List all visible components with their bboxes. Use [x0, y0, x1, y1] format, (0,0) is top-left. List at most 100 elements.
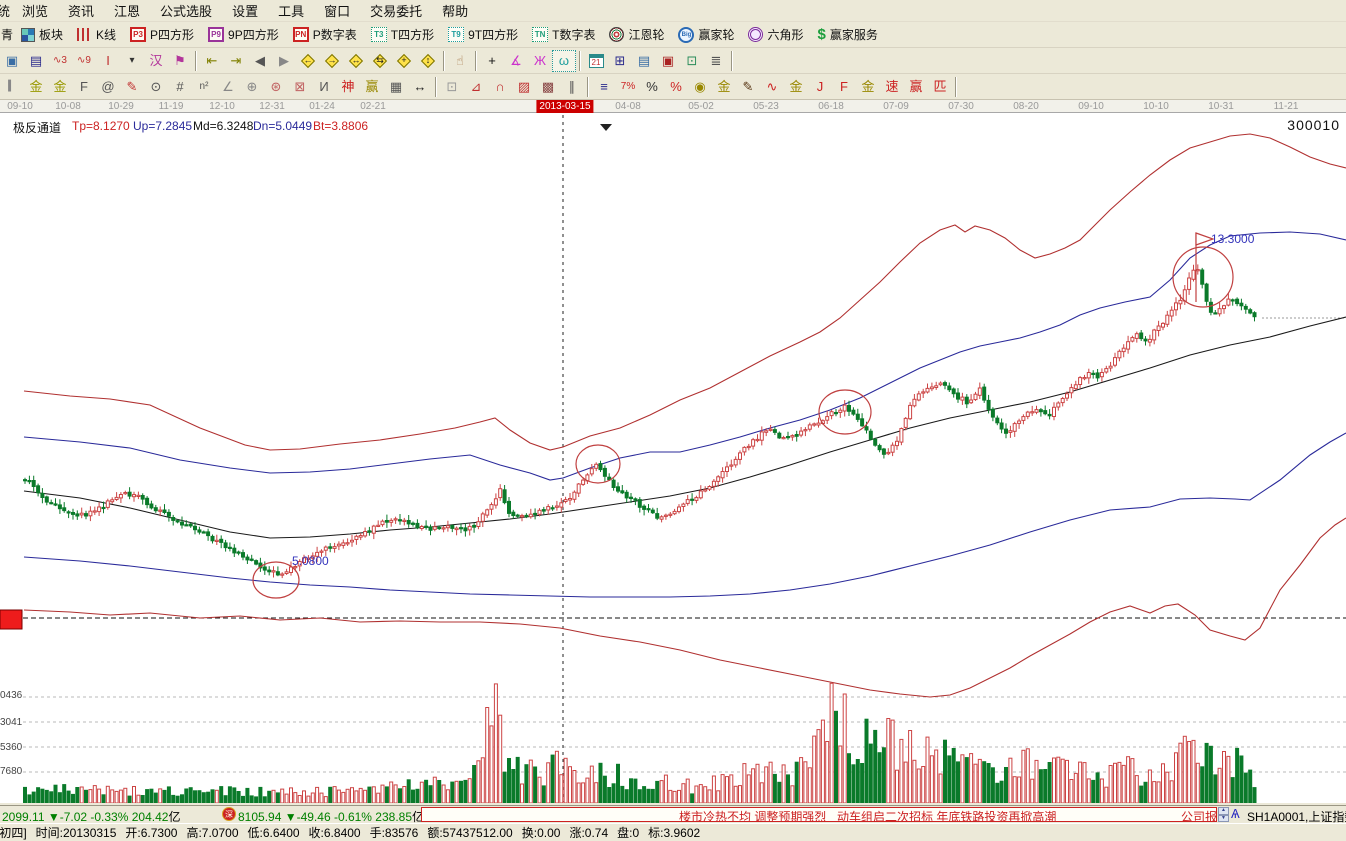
news-headline[interactable]: 动车组启二次招标 年底铁路投资再掀高潮: [837, 808, 1056, 822]
news-headline[interactable]: 公司报道: [1181, 808, 1217, 822]
ying-tool-button[interactable]: 赢: [360, 76, 384, 98]
golden-angle-tool-button[interactable]: 金: [856, 76, 880, 98]
percent-line-tool-button[interactable]: %: [664, 76, 688, 98]
menu-item-7[interactable]: 工具: [268, 0, 314, 23]
menu-item-5[interactable]: 公式选股: [150, 0, 222, 23]
feature-hexagon[interactable]: 六角形: [741, 24, 810, 45]
arc-fan-tool-button[interactable]: ∩: [488, 76, 512, 98]
ying-angle-tool-button[interactable]: 赢: [904, 76, 928, 98]
j-angle-tool-button[interactable]: J: [808, 76, 832, 98]
clock-tool-button[interactable]: ⊙: [144, 76, 168, 98]
feature-p-number-table[interactable]: PNP数字表: [286, 24, 364, 45]
feature-winner-service[interactable]: $赢家服务: [811, 24, 885, 45]
menu-item-9[interactable]: 交易委托: [360, 0, 432, 23]
golden-circle-tool-button[interactable]: ◉: [688, 76, 712, 98]
fib-level-tool-button[interactable]: ≡: [592, 76, 616, 98]
angle-line-tool-button[interactable]: ∠: [216, 76, 240, 98]
percent-retrace-tool-button[interactable]: 7%: [616, 76, 640, 98]
notes-button[interactable]: ▤: [632, 50, 656, 72]
feature-gann-wheel[interactable]: 江恩轮: [602, 24, 671, 45]
n2-tool-button[interactable]: n²: [192, 76, 216, 98]
feature-clipped-feature[interactable]: 青: [0, 24, 14, 45]
feature-t-number-table[interactable]: TNT数字表: [525, 24, 602, 45]
pan-left-button[interactable]: ←: [296, 50, 320, 72]
menu-item-6[interactable]: 设置: [222, 0, 268, 23]
news-headline[interactable]: 楼市冷热不均 调整预期强烈: [679, 808, 826, 822]
wave-brain-button[interactable]: ω: [552, 50, 576, 72]
market-monitor-button[interactable]: ▣: [0, 50, 24, 72]
feature-9t-square[interactable]: T99T四方形: [441, 24, 525, 45]
gold-ingot2-tool-button[interactable]: 金: [48, 76, 72, 98]
calculator-button[interactable]: ⊞: [608, 50, 632, 72]
feature-9p-square[interactable]: P99P四方形: [201, 24, 286, 45]
kline-chart[interactable]: [0, 113, 1346, 803]
hanzi-tool-button[interactable]: 汉: [144, 50, 168, 72]
image-export-button[interactable]: ⊡: [680, 50, 704, 72]
pan-vertical-button[interactable]: ↕: [416, 50, 440, 72]
radial-web-tool-button[interactable]: ⊛: [264, 76, 288, 98]
percent-tool-button[interactable]: %: [640, 76, 664, 98]
feature-kline[interactable]: K线: [70, 24, 123, 45]
circle-target-tool-button[interactable]: ⊕: [240, 76, 264, 98]
spiral-tool-button[interactable]: @: [96, 76, 120, 98]
pi-angle-tool-button[interactable]: 匹: [928, 76, 952, 98]
parallel-lines-tool-button[interactable]: ∥: [560, 76, 584, 98]
comb-tool-button[interactable]: #: [168, 76, 192, 98]
first-bar-button[interactable]: ⇤: [200, 50, 224, 72]
shen-tool-button[interactable]: 神: [336, 76, 360, 98]
pan-all-button[interactable]: +: [392, 50, 416, 72]
f-tool-button[interactable]: F: [72, 76, 96, 98]
square-web-tool-button[interactable]: ⊠: [288, 76, 312, 98]
menu-item-10[interactable]: 帮助: [432, 0, 478, 23]
dense-grid-tool-button[interactable]: ▩: [536, 76, 560, 98]
flag-chart-button[interactable]: ⚑: [168, 50, 192, 72]
next-bar-button[interactable]: ▶: [272, 50, 296, 72]
wave-3-button[interactable]: ∿3: [48, 50, 72, 72]
menu-item-3[interactable]: 资讯: [58, 0, 104, 23]
candle-style-button[interactable]: I: [96, 50, 120, 72]
f-angle-tool-button[interactable]: F: [832, 76, 856, 98]
diag-grid-tool-button[interactable]: ▨: [512, 76, 536, 98]
candle-style-dropdown-button[interactable]: ▾: [120, 50, 144, 72]
price-grid-tool-button[interactable]: ▦: [384, 76, 408, 98]
box-grid-tool-button[interactable]: ⊡: [440, 76, 464, 98]
pen-flag-tool-button[interactable]: ✎: [736, 76, 760, 98]
news-ticker[interactable]: 楼市冷热不均 调整预期强烈动车组启二次招标 年底铁路投资再掀高潮 公司报道: [421, 807, 1217, 822]
menu-item-2[interactable]: 浏览: [12, 0, 58, 23]
golden-line-tool-button[interactable]: 金: [712, 76, 736, 98]
spinner-up-button[interactable]: ▲: [1218, 807, 1229, 815]
pan-compress-button[interactable]: ⇆: [368, 50, 392, 72]
clipped-tool-button[interactable]: ▍: [0, 76, 24, 98]
prev-bar-button[interactable]: ◀: [248, 50, 272, 72]
crosshair-button[interactable]: +: [480, 50, 504, 72]
gold-ingot-tool-button[interactable]: 金: [24, 76, 48, 98]
pan-horizontal-button[interactable]: ↔: [344, 50, 368, 72]
feature-winner-wheel[interactable]: Big赢家轮: [671, 24, 741, 45]
k-quote-tool-button[interactable]: И: [312, 76, 336, 98]
marker-pen-tool-button[interactable]: ✎: [120, 76, 144, 98]
menu-item-1[interactable]: 系统: [0, 0, 12, 23]
spinner-down-button[interactable]: ▼: [1218, 815, 1229, 823]
feature-sector-blocks[interactable]: 板块: [14, 24, 70, 45]
menu-item-8[interactable]: 窗口: [314, 0, 360, 23]
wave-9-button[interactable]: ∿9: [72, 50, 96, 72]
print-button[interactable]: ≣: [704, 50, 728, 72]
speed-angle-tool-button[interactable]: 速: [880, 76, 904, 98]
span-measure-tool-button[interactable]: ↔: [408, 76, 432, 98]
save-button[interactable]: ▣: [656, 50, 680, 72]
gann-marker-button[interactable]: Ж: [528, 50, 552, 72]
menu-item-4[interactable]: 江恩: [104, 0, 150, 23]
feature-p-square[interactable]: P3P四方形: [123, 24, 201, 45]
hand-drag-button[interactable]: ☝: [448, 50, 472, 72]
feature-t-square[interactable]: T3T四方形: [364, 24, 441, 45]
ticker-spinner[interactable]: ▲ ▼: [1218, 807, 1229, 822]
calendar-button[interactable]: 21: [584, 50, 608, 72]
ray-fan-tool-button[interactable]: ⊿: [464, 76, 488, 98]
chart-canvas[interactable]: 极反通道Tp=8.1270Up=7.2845Md=6.3248Dn=5.0449…: [0, 113, 1346, 803]
wave-ruler-tool-button[interactable]: ∿: [760, 76, 784, 98]
angle-measure-button[interactable]: ∡: [504, 50, 528, 72]
golden-underline-tool-button[interactable]: 金: [784, 76, 808, 98]
last-bar-button[interactable]: ⇥: [224, 50, 248, 72]
pan-right-button[interactable]: →: [320, 50, 344, 72]
info-document-button[interactable]: ▤: [24, 50, 48, 72]
